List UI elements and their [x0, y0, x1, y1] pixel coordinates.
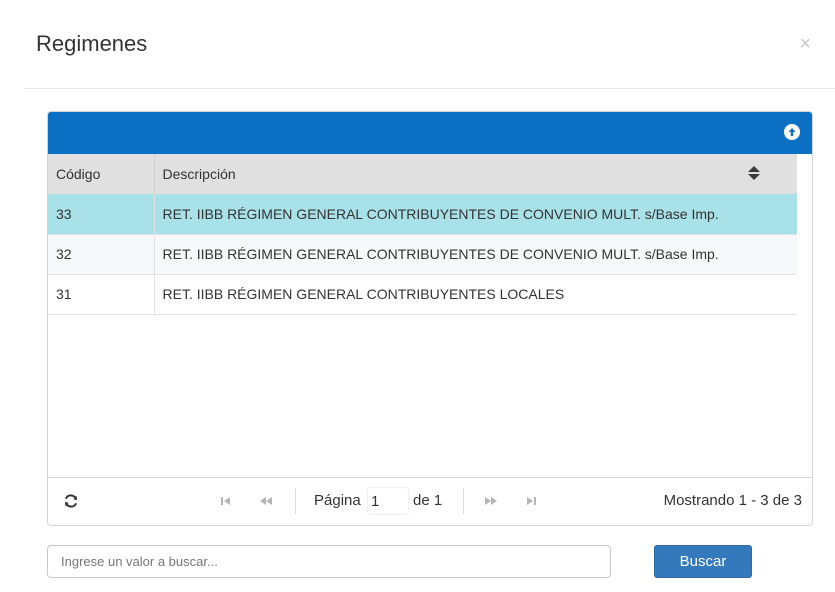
column-header-descripcion-label: Descripción [162, 166, 236, 182]
cell-descripcion: RET. IIBB RÉGIMEN GENERAL CONTRIBUYENTES… [154, 234, 797, 275]
prev-page-icon[interactable] [259, 494, 273, 511]
modal-header: Regimenes × [24, 0, 835, 89]
grid-pager: Página de 1 Mostrando 1 - 3 de 3 [48, 477, 812, 525]
column-header-codigo-label: Código [56, 166, 101, 182]
close-button[interactable]: × [799, 34, 811, 54]
table-row[interactable]: 32 RET. IIBB RÉGIMEN GENERAL CONTRIBUYEN… [48, 234, 797, 275]
regimenes-grid: Código Descripción 33 RET. IIBB RÉGIMEN … [47, 111, 813, 526]
last-page-icon[interactable] [525, 494, 537, 511]
grid-table: Código Descripción 33 RET. IIBB RÉGIMEN … [48, 154, 797, 315]
records-info: Mostrando 1 - 3 de 3 [663, 492, 802, 509]
cell-descripcion: RET. IIBB RÉGIMEN GENERAL CONTRIBUYENTES… [154, 274, 797, 315]
column-header-codigo[interactable]: Código [48, 154, 155, 194]
collapse-grid-icon[interactable] [784, 124, 800, 140]
cell-codigo: 33 [48, 194, 155, 235]
cell-codigo: 31 [48, 274, 155, 315]
page-number-input[interactable] [367, 487, 409, 515]
cell-descripcion: RET. IIBB RÉGIMEN GENERAL CONTRIBUYENTES… [154, 194, 797, 235]
pager-separator [295, 488, 296, 514]
next-page-icon[interactable] [484, 494, 498, 511]
page-total-label: de 1 [413, 492, 443, 509]
sort-icon[interactable] [747, 165, 761, 184]
column-header-descripcion[interactable]: Descripción [154, 154, 797, 194]
table-row[interactable]: 33 RET. IIBB RÉGIMEN GENERAL CONTRIBUYEN… [48, 194, 797, 235]
search-input[interactable] [47, 545, 611, 578]
pager-separator [463, 488, 464, 514]
refresh-icon[interactable] [63, 493, 79, 513]
cell-codigo: 32 [48, 234, 155, 275]
grid-titlebar [48, 112, 812, 154]
grid-header-row: Código Descripción [48, 154, 797, 194]
modal-title: Regimenes [36, 31, 148, 56]
table-row[interactable]: 31 RET. IIBB RÉGIMEN GENERAL CONTRIBUYEN… [48, 274, 797, 315]
page-label: Página [314, 492, 361, 509]
search-button[interactable]: Buscar [654, 545, 752, 578]
regimenes-modal: Regimenes × Código Descripción 33 RET. I… [0, 0, 835, 592]
first-page-icon[interactable] [220, 494, 232, 511]
